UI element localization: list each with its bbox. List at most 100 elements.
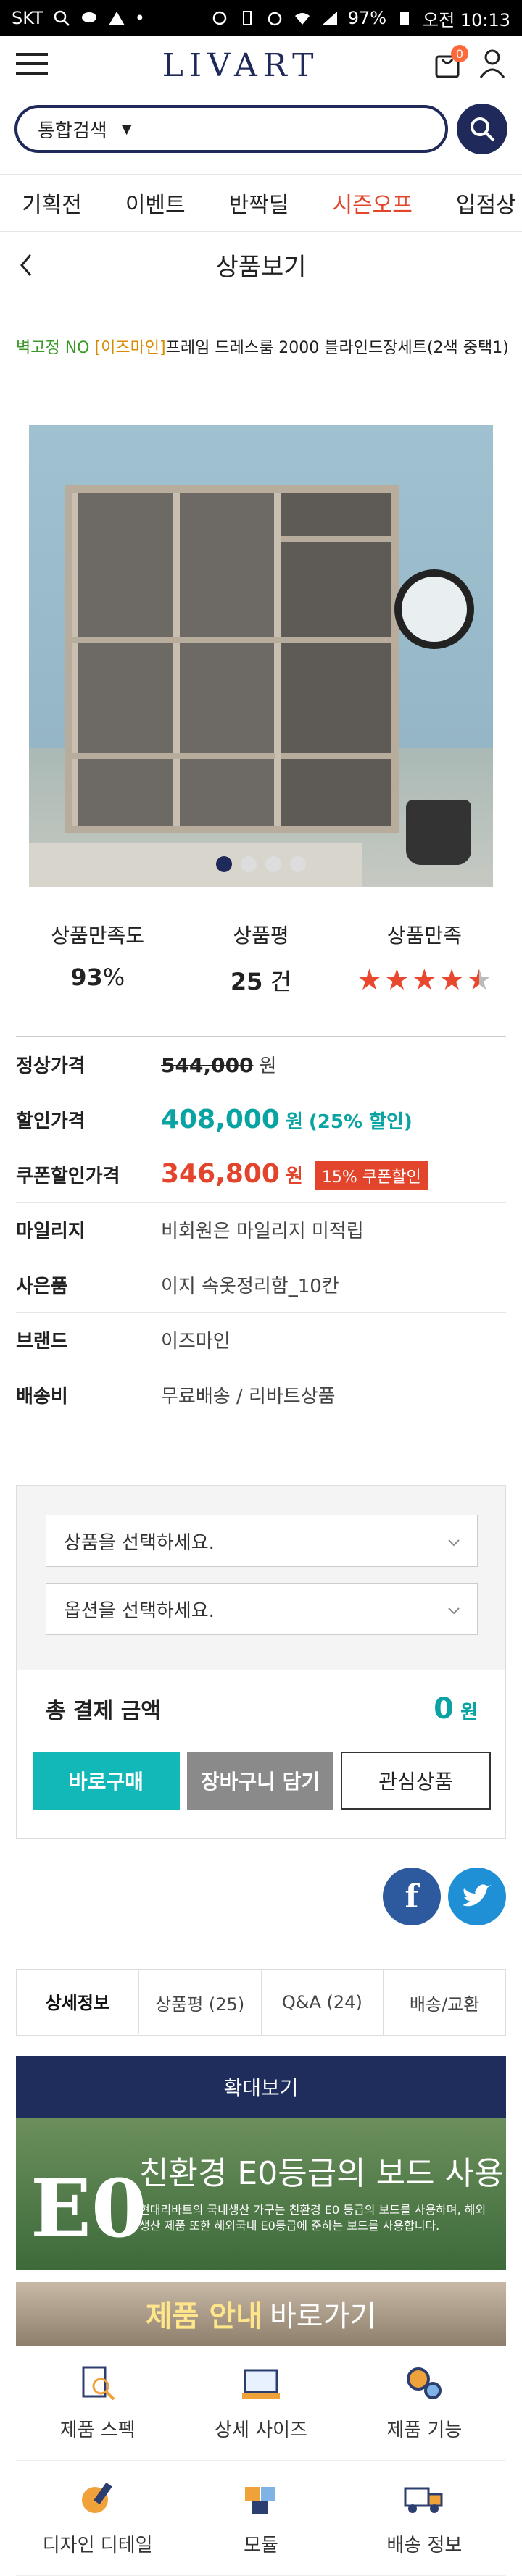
gift-value: 이지 속옷정리함_10칸	[161, 1275, 339, 1297]
wardrobe-illustration	[65, 485, 399, 833]
product-title: 프레임 드레스룸 2000 블라인드장세트(2색 중택1)	[165, 339, 509, 357]
add-to-cart-button[interactable]: 장바구니 담기	[186, 1752, 334, 1810]
ratings-summary: 상품만족도 93% 상품평 25 건 상품만족 ★ ★ ★ ★ ★	[16, 920, 506, 1004]
page-title: 상품보기	[215, 253, 307, 282]
brush-icon	[78, 2480, 118, 2520]
category-tab[interactable]: 기획전	[0, 187, 104, 219]
guide-highlight: 제품 안내	[145, 2300, 262, 2333]
option-select[interactable]: 옵션을 선택하세요.	[46, 1583, 478, 1635]
regular-price-unit: 원	[259, 1055, 277, 1077]
brand-label: 브랜드	[16, 1331, 68, 1352]
shipping-label: 배송비	[16, 1385, 68, 1408]
search-input[interactable]: 통합검색 ▼	[14, 105, 448, 153]
wishlist-button[interactable]: 관심상품	[341, 1752, 492, 1810]
tab-shipping[interactable]: 배송/교환	[384, 1970, 505, 2035]
sale-price-label: 할인가격	[16, 1110, 86, 1132]
regular-price: 544,000	[161, 1053, 254, 1077]
pager-dot[interactable]	[290, 856, 306, 872]
star-icon: ★	[384, 963, 410, 997]
quick-menu-label: 배송 정보	[386, 2534, 463, 2556]
coupon-badge[interactable]: 15% 쿠폰할인	[314, 1161, 428, 1190]
sale-price: 408,000	[161, 1104, 280, 1134]
half-star-icon: ★	[466, 963, 492, 997]
buy-now-button[interactable]: 바로구매	[33, 1752, 180, 1810]
star-icon: ★	[411, 963, 438, 997]
quick-menu-spec[interactable]: 제품 스펙	[16, 2346, 180, 2461]
chevron-down-icon[interactable]: ▼	[122, 122, 132, 137]
coupon-price-unit: 원	[285, 1165, 303, 1187]
detail-tabs: 상세정보 상품평 (25) Q&A (24) 배송/교환	[16, 1969, 506, 2036]
reviews-label: 상품평	[233, 924, 289, 948]
twitter-icon[interactable]	[448, 1868, 506, 1925]
search-status-icon	[52, 9, 71, 28]
total-label: 총 결제 금액	[46, 1699, 161, 1724]
tab-detail[interactable]: 상세정보	[17, 1970, 139, 2035]
quick-menu: 제품 스펙 상세 사이즈 제품 기능 디자인 디테일 모듈 배송 정보	[16, 2346, 506, 2576]
product-guide-banner[interactable]: 제품 안내 바로가기	[16, 2282, 506, 2346]
menu-icon[interactable]	[16, 51, 48, 79]
cart-count-badge: 0	[451, 45, 468, 62]
tab-reviews[interactable]: 상품평 (25)	[139, 1970, 262, 2035]
category-tab[interactable]: 반짝딜	[207, 187, 311, 219]
option-select-placeholder: 옵션을 선택하세요.	[64, 1599, 215, 1622]
pager-dot[interactable]	[241, 856, 257, 872]
eco-board-banner: E0 친환경 E0등급의 보드 사용 현대리바트의 국내생산 가구는 친환경 E…	[16, 2118, 506, 2270]
search-button[interactable]	[457, 104, 508, 154]
ruler-icon	[239, 2364, 283, 2405]
status-bar: SKT • 97% 오전 10:13	[0, 0, 522, 36]
category-tabs: 기획전 이벤트 반짝딜 시즌오프 입점상	[0, 174, 522, 232]
search-bar: 통합검색 ▼	[14, 101, 508, 156]
reviews-value: 25	[230, 968, 263, 995]
product-image[interactable]	[29, 425, 493, 887]
zoom-button[interactable]: 확대보기	[16, 2056, 506, 2118]
pager-dot[interactable]	[265, 856, 281, 872]
warning-icon	[107, 9, 126, 28]
gift-label: 사은품	[16, 1275, 68, 1297]
coupon-price: 346,800	[161, 1158, 280, 1189]
vibrate-icon	[238, 9, 257, 28]
category-tab[interactable]: 입점상	[434, 187, 522, 219]
share-buttons: f	[383, 1868, 506, 1925]
reviews-unit: 건	[270, 968, 292, 995]
search-scope-select[interactable]: 통합검색	[38, 116, 107, 143]
page-header: 상품보기	[0, 232, 522, 298]
mileage-label: 마일리지	[16, 1221, 86, 1242]
brand-tag: [이즈마인]	[94, 339, 166, 357]
cart-icon[interactable]: 0	[434, 45, 468, 81]
chevron-down-icon	[448, 1530, 460, 1552]
eo-title: 친환경 E0등급의 보드 사용	[139, 2155, 504, 2192]
clock: 오전 10:13	[423, 9, 510, 30]
user-icon[interactable]	[478, 49, 506, 82]
brand-logo[interactable]: LIVART	[162, 47, 320, 84]
sale-rate: (25% 할인)	[308, 1111, 413, 1133]
quick-menu-design[interactable]: 디자인 디테일	[16, 2461, 180, 2576]
tab-qna[interactable]: Q&A (24)	[262, 1970, 384, 2035]
shipping-value: 무료배송 / 리바트상품	[161, 1385, 336, 1408]
facebook-icon[interactable]: f	[383, 1868, 441, 1925]
product-select[interactable]: 상품을 선택하세요.	[46, 1515, 478, 1567]
chevron-down-icon	[448, 1598, 460, 1620]
brand-value[interactable]: 이즈마인	[161, 1326, 231, 1353]
satisfaction-value: 93	[70, 963, 103, 991]
carrier-label: SKT	[12, 8, 44, 28]
category-tab[interactable]: 이벤트	[104, 187, 207, 219]
quick-menu-size[interactable]: 상세 사이즈	[179, 2346, 343, 2461]
battery-level: 97%	[347, 8, 387, 28]
wifi-icon	[293, 9, 312, 28]
quick-menu-delivery[interactable]: 배송 정보	[342, 2461, 506, 2576]
purchase-panel: 상품을 선택하세요. 옵션을 선택하세요. 총 결제 금액 0 원 바로구매 장…	[16, 1485, 506, 1839]
quick-menu-label: 제품 기능	[386, 2419, 463, 2441]
pager-dot[interactable]	[216, 856, 232, 872]
product-name: 벽고정 NO [이즈마인]프레임 드레스룸 2000 블라인드장세트(2색 중택…	[16, 335, 509, 362]
coupon-price-label: 쿠폰할인가격	[16, 1165, 120, 1187]
price-table: 정상가격 544,000 원 할인가격 408,000 원 (25% 할인) 쿠폰할인…	[16, 1036, 506, 1422]
star-icon: ★	[439, 963, 465, 997]
truck-icon	[402, 2480, 446, 2520]
category-tab[interactable]: 시즌오프	[310, 187, 434, 219]
product-select-placeholder: 상품을 선택하세요.	[64, 1531, 215, 1554]
quick-menu-function[interactable]: 제품 기능	[342, 2346, 506, 2461]
eo-description: 현대리바트의 국내생산 가구는 친환경 E0 등급의 보드를 사용하며, 해외 …	[139, 2203, 486, 2233]
quick-menu-module[interactable]: 모듈	[179, 2461, 343, 2576]
puzzle-icon	[241, 2480, 281, 2520]
back-arrow-icon[interactable]	[17, 252, 35, 285]
